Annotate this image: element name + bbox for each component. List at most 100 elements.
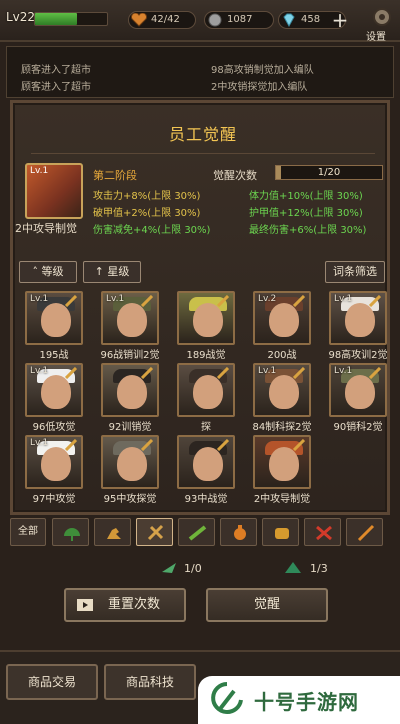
employee-portrait: Lv.1 bbox=[253, 363, 311, 417]
top-bar: Lv22 42/42 1087 458 + 设置 bbox=[0, 0, 400, 43]
tab-all[interactable]: 全部 bbox=[10, 518, 46, 546]
settings-gear-icon[interactable] bbox=[370, 6, 394, 28]
xp-bar bbox=[34, 12, 108, 26]
coin-value: 1087 bbox=[227, 14, 253, 25]
awaken-button[interactable]: 觉醒 bbox=[206, 588, 328, 622]
add-currency-button[interactable]: + bbox=[331, 10, 349, 30]
sort-by-star-button[interactable]: ↑ 星级 bbox=[83, 261, 141, 283]
employee-name: 96战销训2觉 bbox=[100, 350, 160, 361]
employee-level: Lv.1 bbox=[334, 294, 353, 304]
log-line: 顾客进入了超市 bbox=[21, 65, 91, 76]
weapon-badge-icon bbox=[369, 295, 381, 307]
nav-goods-trade[interactable]: 商品交易 bbox=[6, 664, 98, 700]
tab-helmet[interactable] bbox=[52, 518, 89, 546]
crossed-weapons-icon bbox=[147, 524, 164, 541]
employee-face bbox=[41, 303, 71, 337]
employee-name: 195战 bbox=[39, 350, 69, 361]
employee-portrait bbox=[177, 291, 235, 345]
xp-bar-fill bbox=[35, 13, 77, 25]
employee-face bbox=[269, 447, 299, 481]
nav-goods-tech[interactable]: 商品科技 bbox=[104, 664, 196, 700]
arm-icon bbox=[107, 528, 121, 539]
employee-face bbox=[41, 447, 71, 481]
filter-button[interactable]: 词条筛选 bbox=[325, 261, 385, 283]
employee-level: Lv.1 bbox=[258, 366, 277, 376]
reset-label: 重置次数 bbox=[107, 597, 160, 612]
employee-level: Lv.1 bbox=[30, 294, 49, 304]
weapon-badge-icon bbox=[141, 367, 153, 379]
grenade-icon bbox=[234, 525, 246, 540]
log-line: 98高攻销制觉加入编队 bbox=[211, 65, 314, 76]
weapon-badge-icon bbox=[217, 295, 229, 307]
settings-label[interactable]: 设置 bbox=[366, 28, 386, 43]
log-line: 2中攻销探觉加入编队 bbox=[211, 82, 308, 93]
green-feather-icon bbox=[162, 563, 176, 573]
category-tabs: 全部 bbox=[10, 518, 390, 548]
stat-damage-reduction: 伤害减免+4%(上限 30%) bbox=[93, 225, 211, 236]
employee-name: 96低攻觉 bbox=[32, 422, 76, 433]
sort-star-label: 星级 bbox=[107, 265, 130, 278]
featured-level: Lv.1 bbox=[30, 166, 49, 176]
sort-arrow-icon: ˄ bbox=[32, 265, 42, 278]
employee-portrait: Lv.1 bbox=[101, 291, 159, 345]
log-line: 顾客进入了超市 bbox=[21, 82, 91, 93]
player-level: Lv22 bbox=[6, 10, 36, 24]
employee-name: 95中攻探觉 bbox=[103, 494, 157, 505]
employee-face bbox=[269, 375, 299, 409]
employee-name: 84制科探2觉 bbox=[252, 422, 312, 433]
weapon-badge-icon bbox=[293, 367, 305, 379]
employee-level: Lv.1 bbox=[30, 438, 49, 448]
employee-name: 200战 bbox=[267, 350, 297, 361]
reset-count-button[interactable]: 重置次数 bbox=[64, 588, 186, 622]
employee-portrait: Lv.2 bbox=[253, 291, 311, 345]
weapon-badge-icon bbox=[293, 439, 305, 451]
tab-gloves[interactable] bbox=[262, 518, 299, 546]
cross-swords-icon bbox=[316, 525, 332, 541]
employee-portrait: Lv.1 bbox=[329, 291, 387, 345]
employee-portrait: Lv.1 bbox=[25, 435, 83, 489]
sort-by-level-button[interactable]: ˄ 等级 bbox=[19, 261, 77, 283]
employee-name: 98高攻训2觉 bbox=[328, 350, 388, 361]
employee-portrait: Lv.1 bbox=[329, 363, 387, 417]
featured-employee-portrait[interactable]: Lv.1 bbox=[25, 163, 83, 219]
panel-title: 员工觉醒 bbox=[168, 125, 237, 144]
coin-counter[interactable]: 1087 bbox=[204, 11, 274, 29]
watermark-logo-icon bbox=[211, 682, 243, 714]
food-counter[interactable]: 42/42 bbox=[128, 11, 196, 29]
awakening-stage: 第二阶段 bbox=[93, 169, 137, 182]
employee-face bbox=[193, 447, 223, 481]
employee-portrait bbox=[101, 363, 159, 417]
employee-face bbox=[117, 375, 147, 409]
gloves-icon bbox=[275, 528, 289, 539]
tab-cross-swords[interactable] bbox=[304, 518, 341, 546]
employee-face bbox=[117, 447, 147, 481]
employee-portrait: Lv.1 bbox=[25, 363, 83, 417]
tab-knife[interactable] bbox=[346, 518, 383, 546]
employee-level: Lv.1 bbox=[30, 366, 49, 376]
site-watermark: 十号手游网 bbox=[198, 676, 400, 724]
watermark-text: 十号手游网 bbox=[254, 690, 359, 714]
helmet-icon bbox=[64, 528, 80, 541]
weapon-badge-icon bbox=[369, 367, 381, 379]
employee-face bbox=[269, 303, 299, 337]
video-play-icon bbox=[77, 599, 93, 611]
employee-face bbox=[193, 375, 223, 409]
stat-stamina: 体力值+10%(上限 30%) bbox=[249, 191, 363, 202]
coin-icon bbox=[208, 13, 222, 27]
material-count: 1/3 bbox=[310, 562, 328, 575]
awaken-count-label: 觉醒次数 bbox=[213, 169, 257, 182]
tab-grenade[interactable] bbox=[220, 518, 257, 546]
tab-arm[interactable] bbox=[94, 518, 131, 546]
employee-portrait bbox=[253, 435, 311, 489]
featured-employee-name: 2中攻导制觉 bbox=[15, 222, 77, 235]
awaken-progress-bar: 1/20 bbox=[275, 165, 383, 180]
weapon-badge-icon bbox=[141, 439, 153, 451]
tab-crossed-weapons[interactable] bbox=[136, 518, 173, 546]
rifle-icon bbox=[188, 525, 207, 541]
stat-attack: 攻击力+8%(上限 30%) bbox=[93, 191, 201, 202]
green-gem-icon bbox=[285, 562, 301, 573]
tab-rifle[interactable] bbox=[178, 518, 215, 546]
employee-face bbox=[193, 303, 223, 337]
material-count: 1/0 bbox=[184, 562, 202, 575]
weapon-badge-icon bbox=[65, 439, 77, 451]
